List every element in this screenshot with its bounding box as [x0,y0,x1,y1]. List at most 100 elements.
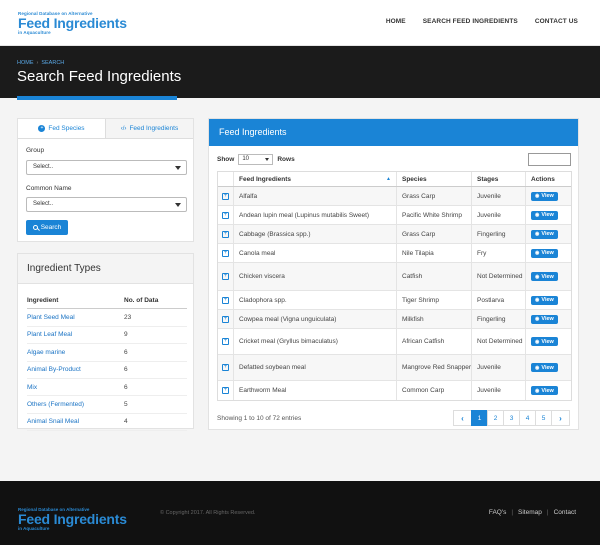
view-button[interactable]: ◉ View [531,337,558,346]
footer-links: FAQ's | Sitemap | Contact [489,509,576,516]
expand-plus-icon[interactable]: + [222,338,229,345]
ingredient-type-link[interactable]: Plant Seed Meal [27,314,75,321]
ingredient-type-link[interactable]: Plant Leaf Meal [27,331,72,338]
footer-faq-link[interactable]: FAQ's [489,509,507,516]
ingredient-cell: Alfalfa [234,187,397,205]
expand-plus-icon[interactable]: + [222,192,229,200]
view-button-label: View [541,193,554,199]
pagination: ‹ 1 2 3 4 5 › [453,410,570,426]
ingredient-type-link[interactable]: Algae marine [27,349,65,356]
footer-separator: | [511,509,514,516]
group-select[interactable]: Select.. [26,160,187,175]
view-button[interactable]: ◉ View [531,210,558,220]
stage-cell: Juvenile [472,381,526,400]
expand-plus-icon[interactable]: + [222,296,229,304]
expand-plus-icon[interactable]: + [222,387,229,394]
nav-search[interactable]: SEARCH FEED INGREDIENTS [423,18,518,25]
ingredient-type-count: 23 [124,314,132,322]
col-species[interactable]: Species [397,172,472,186]
breadcrumb-current[interactable]: SEARCH [41,60,64,66]
eye-icon: ◉ [535,250,540,256]
view-button-label: View [541,297,554,303]
table-row: + Earthworm Meal Common Carp Juvenile ◉ View [218,381,571,400]
ingredient-type-row: Animal By-Product 6 [27,362,187,379]
logo-title: Feed Ingredients [18,15,127,31]
pagination-page-4[interactable]: 4 [519,410,536,426]
ingredient-type-row: Animal Snail Meal 4 [27,414,187,432]
ingredient-type-row: Others (Fermented) 5 [27,396,187,414]
expand-plus-icon[interactable]: + [222,211,229,219]
ingredient-type-cell: Plant Seed Meal [27,314,124,321]
footer-logo[interactable]: Regional Database on Alternative Feed In… [18,507,128,531]
view-button-label: View [541,316,554,322]
tab-fed-species[interactable]: + Fed Species [18,119,106,138]
nav-contact[interactable]: CONTACT US [535,18,578,25]
tab-feed-ingredients[interactable]: ‹/› Feed Ingredients [106,119,193,138]
ingredient-cell: Chicken viscera [234,263,397,290]
view-button[interactable]: ◉ View [531,272,558,281]
pagination-prev[interactable]: ‹ [453,410,472,426]
ingredient-types-panel: Ingredient Types Ingredient No. of Data … [17,253,194,432]
actions-cell: ◉ View [526,225,571,243]
view-button-label: View [541,338,554,345]
ingredient-type-row: Algae marine 6 [27,344,187,362]
breadcrumb: HOME › SEARCH [17,60,64,66]
view-button-label: View [541,364,554,371]
col-feed-ingredients-label: Feed Ingredients [239,175,292,183]
ingredient-type-cell: Animal By-Product [27,366,124,373]
page-title-band: HOME › SEARCH Search Feed Ingredients [0,46,600,98]
pagination-page-5[interactable]: 5 [535,410,552,426]
ingredient-type-row: Mix 6 [27,379,187,397]
col-feed-ingredients[interactable]: Feed Ingredients ▲ [234,172,397,186]
site-logo[interactable]: Regional Database on Alternative Feed In… [18,11,128,35]
expand-plus-icon[interactable]: + [222,364,229,371]
ingredient-type-count: 6 [124,348,128,356]
expand-plus-icon[interactable]: + [222,249,229,257]
ingredient-cell: Cabbage (Brassica spp.) [234,225,397,243]
expand-plus-icon[interactable]: + [222,273,229,280]
table-filter-input[interactable] [528,153,571,166]
common-name-select[interactable]: Select.. [26,197,187,212]
view-button-label: View [541,212,554,218]
ingredient-type-link[interactable]: Mix [27,384,37,391]
footer-contact-link[interactable]: Contact [554,509,576,516]
ingredient-types-title: Ingredient Types [18,254,193,284]
footer-sitemap-link[interactable]: Sitemap [518,509,542,516]
col-count: No. of Data [124,296,159,304]
view-button[interactable]: ◉ View [531,248,558,258]
search-button[interactable]: Search [26,220,68,235]
table-row: + Defatted soybean meal Mangrove Red Snapp… [218,355,571,381]
expand-plus-icon[interactable]: + [222,230,229,238]
view-button[interactable]: ◉ View [531,229,558,239]
ingredient-types-header: Ingredient No. of Data [27,292,187,310]
nav-home[interactable]: HOME [386,18,406,25]
ingredient-cell: Defatted soybean meal [234,355,397,380]
ingredient-type-link[interactable]: Animal Snail Meal [27,418,79,425]
pagination-page-3[interactable]: 3 [503,410,520,426]
species-cell: Grass Carp [397,225,472,243]
ingredient-type-link[interactable]: Animal By-Product [27,366,81,373]
view-button[interactable]: ◉ View [531,295,558,305]
pagination-next[interactable]: › [551,410,570,426]
table-row: + Chicken viscera Catfish Not Determined ◉ Vi… [218,263,571,291]
breadcrumb-home[interactable]: HOME [17,60,34,66]
pagination-page-1[interactable]: 1 [471,410,488,426]
pagination-page-2[interactable]: 2 [487,410,504,426]
view-button[interactable]: ◉ View [531,363,558,372]
col-stages[interactable]: Stages [472,172,526,186]
view-button[interactable]: ◉ View [531,191,558,201]
view-button[interactable]: ◉ View [531,314,558,324]
page-size-select[interactable]: 10 [238,154,274,165]
site-header: Regional Database on Alternative Feed In… [0,0,600,46]
table-header: Feed Ingredients ▲ Species Stages Action… [218,172,571,187]
view-button-label: View [541,387,554,394]
ingredient-type-cell: Animal Snail Meal [27,418,124,425]
expand-cell: + [218,206,234,224]
view-button[interactable]: ◉ View [531,386,558,395]
feed-ingredients-title: Feed Ingredients [209,119,578,146]
table-row: + Cladophora spp. Tiger Shrimp Postlarva ◉ Vi… [218,291,571,310]
search-icon [32,225,38,230]
ingredient-type-link[interactable]: Others (Fermented) [27,401,84,408]
expand-plus-icon[interactable]: + [222,315,229,323]
species-cell: Common Carp [397,381,472,400]
